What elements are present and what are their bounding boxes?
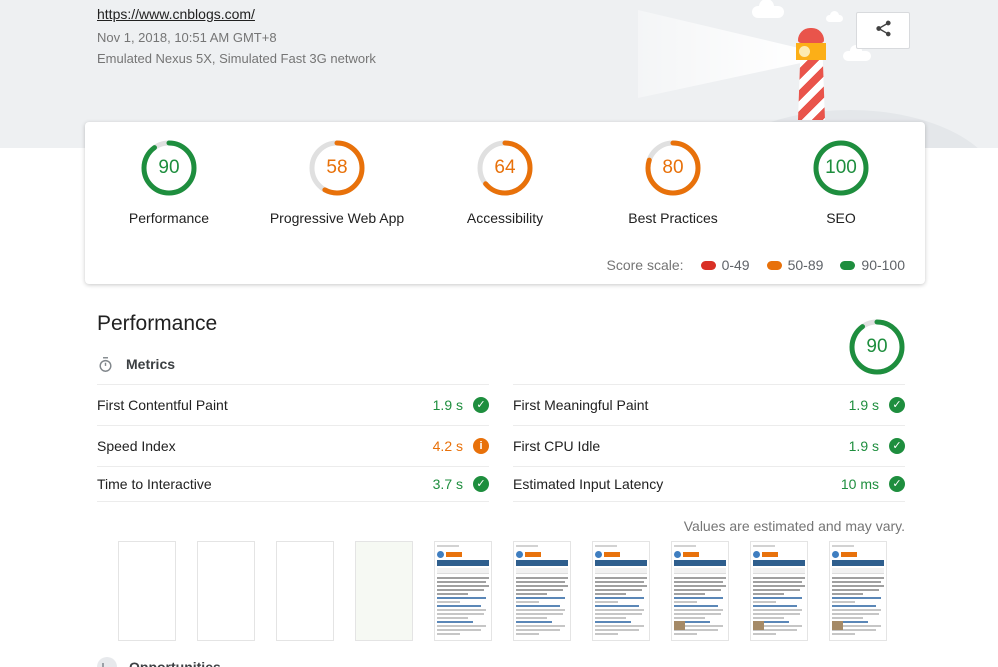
metric-row: First Contentful Paint 1.9 s bbox=[97, 384, 489, 425]
lighthouse-beam bbox=[638, 10, 802, 98]
filmstrip-frame bbox=[434, 541, 492, 641]
lighthouse-icon bbox=[795, 28, 829, 120]
score-scale-label: Score scale: bbox=[606, 257, 684, 273]
range-pill-orange bbox=[766, 260, 782, 270]
filmstrip-frame bbox=[197, 541, 255, 641]
score-gauge-seo[interactable]: 100 SEO bbox=[757, 140, 925, 226]
cloud-icon bbox=[752, 0, 784, 18]
opportunities-icon bbox=[97, 657, 117, 667]
score-label: Performance bbox=[128, 210, 210, 226]
metrics-grid: First Contentful Paint 1.9 s Speed Index… bbox=[97, 384, 905, 502]
metric-row: First CPU Idle 1.9 s bbox=[513, 425, 905, 466]
filmstrip-frame bbox=[513, 541, 571, 641]
check-icon bbox=[473, 476, 489, 492]
filmstrip-frame bbox=[355, 541, 413, 641]
check-icon bbox=[889, 476, 905, 492]
gauge-ring: 100 bbox=[813, 140, 869, 196]
score-range-average: 50-89 bbox=[766, 257, 823, 273]
score-label: Progressive Web App bbox=[269, 210, 405, 226]
share-button[interactable] bbox=[856, 12, 910, 49]
report-header: https://www.cnblogs.com/ Nov 1, 2018, 10… bbox=[97, 6, 376, 66]
gauge-ring: 58 bbox=[309, 140, 365, 196]
metrics-col-left: First Contentful Paint 1.9 s Speed Index… bbox=[97, 384, 489, 502]
section-title: Performance bbox=[97, 312, 218, 335]
filmstrip-frame bbox=[118, 541, 176, 641]
score-range-fail: 0-49 bbox=[700, 257, 750, 273]
share-icon bbox=[874, 19, 893, 43]
performance-section: Performance 90 Metrics First Contentful … bbox=[97, 310, 905, 667]
range-pill-red bbox=[700, 260, 716, 270]
score-range-pass: 90-100 bbox=[840, 257, 905, 273]
score-gauge-accessibility[interactable]: 64 Accessibility bbox=[421, 140, 589, 226]
range-pill-green bbox=[840, 260, 856, 270]
score-label: Best Practices bbox=[628, 210, 718, 226]
score-label: Accessibility bbox=[466, 210, 544, 226]
score-label: SEO bbox=[826, 210, 856, 226]
metrics-col-right: First Meaningful Paint 1.9 s First CPU I… bbox=[513, 384, 905, 502]
score-gauge-performance[interactable]: 90 Performance bbox=[85, 140, 253, 226]
metrics-header: Metrics bbox=[97, 354, 905, 374]
lighthouse-report: https://www.cnblogs.com/ Nov 1, 2018, 10… bbox=[0, 0, 998, 667]
metrics-header-label: Metrics bbox=[126, 356, 176, 372]
metric-row: Estimated Input Latency 10 ms bbox=[513, 466, 905, 501]
performance-section-gauge: 90 bbox=[849, 319, 905, 375]
check-icon bbox=[889, 397, 905, 413]
check-icon bbox=[473, 397, 489, 413]
score-scale-legend: Score scale: 0-49 50-89 90-100 bbox=[607, 257, 905, 273]
report-url-link[interactable]: https://www.cnblogs.com/ bbox=[97, 6, 255, 22]
report-device-info: Emulated Nexus 5X, Simulated Fast 3G net… bbox=[97, 51, 376, 66]
filmstrip-frame bbox=[276, 541, 334, 641]
estimate-note: Values are estimated and may vary. bbox=[683, 518, 905, 534]
cloud-icon bbox=[843, 45, 871, 61]
score-gauge-best-practices[interactable]: 80 Best Practices bbox=[589, 140, 757, 226]
metric-row: Time to Interactive 3.7 s bbox=[97, 466, 489, 501]
cloud-icon bbox=[826, 11, 843, 22]
metric-row: Speed Index 4.2 s bbox=[97, 425, 489, 466]
filmstrip-frame bbox=[829, 541, 887, 641]
filmstrip bbox=[118, 541, 905, 641]
info-icon bbox=[473, 438, 489, 454]
gauge-ring: 64 bbox=[477, 140, 533, 196]
report-timestamp: Nov 1, 2018, 10:51 AM GMT+8 bbox=[97, 30, 277, 45]
score-gauge-pwa[interactable]: 58 Progressive Web App bbox=[253, 140, 421, 226]
check-icon bbox=[889, 438, 905, 454]
scores-summary-card: 90 Performance 58 Progressive Web App 64… bbox=[85, 122, 925, 284]
gauge-ring: 90 bbox=[141, 140, 197, 196]
stopwatch-icon bbox=[97, 356, 114, 373]
gauge-ring: 80 bbox=[645, 140, 701, 196]
opportunities-header: Opportunities bbox=[97, 657, 905, 667]
filmstrip-frame bbox=[750, 541, 808, 641]
filmstrip-frame bbox=[592, 541, 650, 641]
metric-row: First Meaningful Paint 1.9 s bbox=[513, 384, 905, 425]
filmstrip-frame bbox=[671, 541, 729, 641]
opportunities-title: Opportunities bbox=[129, 659, 221, 667]
gauges-row: 90 Performance 58 Progressive Web App 64… bbox=[85, 122, 925, 226]
